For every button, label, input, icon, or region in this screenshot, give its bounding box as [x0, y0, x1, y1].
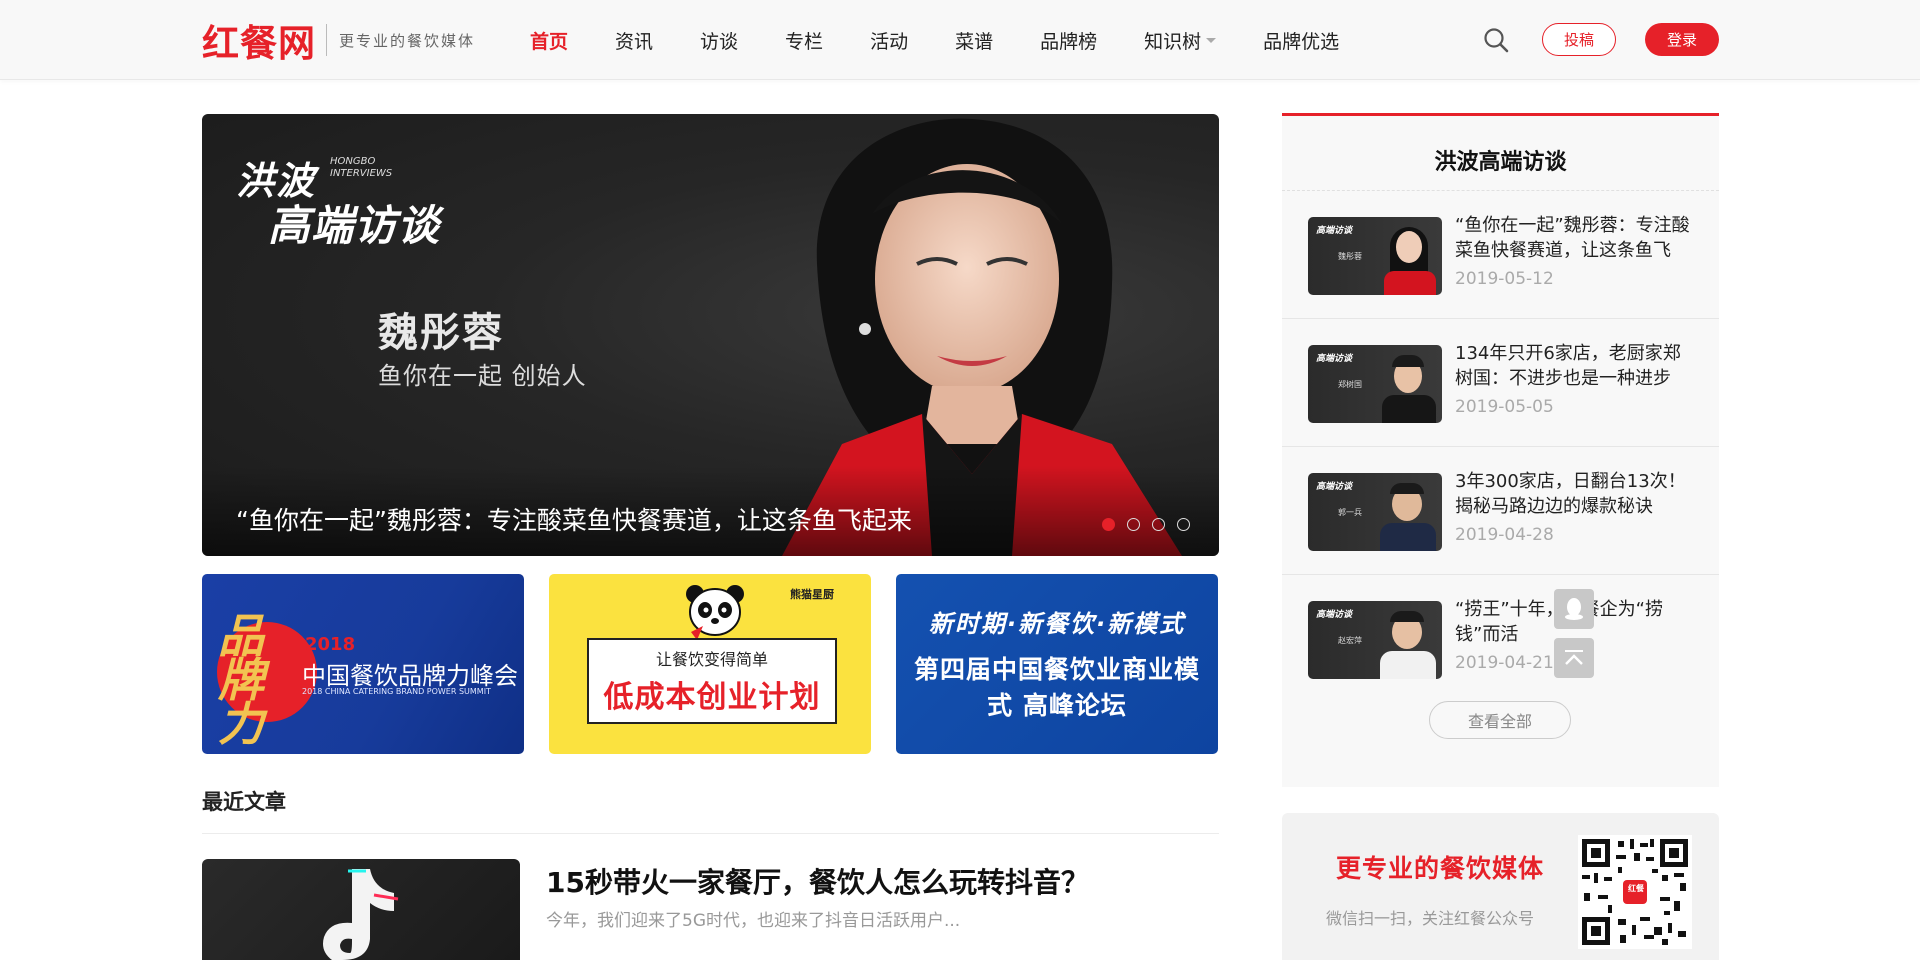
wechat-qr-card: 更专业的餐饮媒体 微信扫一扫，关注红餐公众号 红餐: [1282, 813, 1719, 960]
qr-slogan: 更专业的餐饮媒体: [1336, 854, 1545, 883]
banner-forum-title: 第四届中国餐饮业商业模式 高峰论坛: [913, 655, 1200, 720]
nav-news[interactable]: 资讯: [615, 27, 653, 54]
sidebar-item-title: “鱼你在一起”魏彤蓉：专注酸菜鱼快餐赛道，让这条鱼飞: [1455, 215, 1690, 261]
carousel-dot-4[interactable]: [1177, 518, 1190, 531]
nav-brand-rank[interactable]: 品牌榜: [1040, 27, 1097, 54]
thumb-person-name: 郭一兵: [1338, 508, 1362, 517]
sidebar-item[interactable]: 高端访谈 魏彤蓉 “鱼你在一起”魏彤蓉：专注酸菜鱼快餐赛道，让这条鱼飞 2019…: [1282, 191, 1719, 319]
logo-text: 红餐网: [202, 22, 316, 65]
site-logo[interactable]: 红餐网 更专业的餐饮媒体: [202, 18, 476, 65]
back-to-top-button[interactable]: [1554, 638, 1594, 678]
arrow-up-icon: [1565, 650, 1583, 665]
interview-sidebar: 洪波高端访谈 高端访谈 魏彤蓉 “鱼你在一起”魏彤蓉：专注酸菜鱼快餐赛道，让这条…: [1282, 113, 1719, 787]
main-nav: 首页 资讯 访谈 专栏 活动 菜谱 品牌榜 知识树 品牌优选: [530, 0, 1386, 80]
thumb-brand: 高端访谈: [1316, 226, 1353, 236]
sidebar-thumbnail: 高端访谈 魏彤蓉: [1308, 217, 1442, 295]
view-all-button[interactable]: 查看全部: [1429, 701, 1571, 739]
nav-recipes[interactable]: 菜谱: [955, 27, 993, 54]
logo-divider: [326, 24, 327, 56]
sidebar-item[interactable]: 高端访谈 郭一兵 3年300家店，日翻台13次！揭秘马路边边的爆款秘诀 2019…: [1282, 447, 1719, 575]
login-button[interactable]: 登录: [1645, 23, 1719, 56]
submit-button[interactable]: 投稿: [1542, 23, 1616, 56]
nav-knowledge-tree[interactable]: 知识树: [1144, 27, 1217, 54]
recent-articles-heading: 最近文章: [202, 790, 286, 814]
sidebar-item-date: 2019-04-28: [1455, 525, 1554, 545]
site-header: 红餐网 更专业的餐饮媒体 首页 资讯 访谈 专栏 活动 菜谱 品牌榜 知识树 品…: [0, 0, 1920, 80]
qq-contact-button[interactable]: [1554, 589, 1594, 629]
search-icon[interactable]: [1482, 26, 1510, 54]
section-divider: [202, 833, 1219, 834]
sidebar-item[interactable]: 高端访谈 郑树国 134年只开6家店，老厨家郑树国：不进步也是一种进步 2019…: [1282, 319, 1719, 447]
nav-events[interactable]: 活动: [870, 27, 908, 54]
sidebar-item-title: 3年300家店，日翻台13次！揭秘马路边边的爆款秘诀: [1455, 471, 1686, 517]
hero-carousel[interactable]: 洪波 HONGBO INTERVIEWS 高端访谈 魏彤蓉 鱼你在一起 创始人 …: [202, 114, 1219, 556]
banner-summit-subtitle: 2018 CHINA CATERING BRAND POWER SUMMIT: [302, 687, 491, 696]
tiktok-logo-icon: [323, 869, 399, 960]
thumb-brand: 高端访谈: [1316, 482, 1353, 492]
banner-summit-title: 中国餐饮品牌力峰会: [302, 662, 518, 690]
logo-slogan: 更专业的餐饮媒体: [339, 31, 476, 50]
thumb-person-name: 魏彤蓉: [1338, 252, 1362, 261]
banner-line-1: 让餐饮变得简单: [655, 650, 768, 669]
qr-hint: 微信扫一扫，关注红餐公众号: [1326, 909, 1535, 928]
banner-partner-tag: 熊猫星厨: [790, 588, 834, 601]
article-excerpt: 今年，我们迎来了5G时代，也迎来了抖音日活跃用户...: [546, 911, 961, 931]
sidebar-item-title: 134年只开6家店，老厨家郑树国：不进步也是一种进步: [1455, 343, 1681, 389]
nav-interviews[interactable]: 访谈: [700, 27, 738, 54]
hero-brand-title-2: 高端访谈: [268, 201, 441, 250]
banner-business-forum[interactable]: 新时期·新餐饮·新模式 第四届中国餐饮业商业模式 高峰论坛: [896, 574, 1218, 754]
banner-line-2: 低成本创业计划: [603, 680, 821, 715]
thumb-person-name: 赵宏萍: [1338, 636, 1362, 645]
nav-knowledge-tree-label: 知识树: [1144, 30, 1202, 53]
sidebar-thumbnail: 高端访谈 郑树国: [1308, 345, 1442, 423]
banner-brand-power-glyphs: 品牌力: [218, 609, 264, 751]
banner-year: 2018: [305, 634, 356, 655]
qr-badge: 红餐: [1628, 884, 1644, 893]
carousel-dot-3[interactable]: [1152, 518, 1165, 531]
sidebar-title: 洪波高端访谈: [1434, 150, 1567, 175]
thumb-brand: 高端访谈: [1316, 610, 1353, 620]
thumb-person-name: 郑树国: [1338, 380, 1362, 389]
qq-icon: [1565, 598, 1583, 620]
sidebar-item-date: 2019-05-12: [1455, 269, 1554, 289]
carousel-dots: [1102, 518, 1202, 531]
carousel-dot-2[interactable]: [1127, 518, 1140, 531]
sidebar-thumbnail: 高端访谈 赵宏萍: [1308, 601, 1442, 679]
article-thumbnail[interactable]: [202, 859, 520, 960]
sidebar-item-date: 2019-05-05: [1455, 397, 1554, 417]
banner-forum-tagline: 新时期·新餐饮·新模式: [928, 610, 1186, 638]
nav-brand-select[interactable]: 品牌优选: [1263, 27, 1339, 54]
hero-person-name: 魏彤蓉: [378, 310, 504, 356]
hero-person-role: 鱼你在一起 创始人: [378, 362, 587, 390]
carousel-dot-1[interactable]: [1102, 518, 1115, 531]
nav-columns[interactable]: 专栏: [785, 27, 823, 54]
thumb-brand: 高端访谈: [1316, 354, 1353, 364]
sidebar-thumbnail: 高端访谈 郭一兵: [1308, 473, 1442, 551]
sidebar-item[interactable]: 高端访谈 赵宏萍 “捞王”十年，愿餐企为“捞钱”而活 2019-04-21: [1282, 575, 1719, 703]
banner-message-box: 让餐饮变得简单 低成本创业计划: [587, 638, 837, 724]
panda-icon: [686, 585, 744, 640]
banner-brand-summit[interactable]: 品牌力 2018 中国餐饮品牌力峰会 2018 CHINA CATERING B…: [202, 574, 524, 754]
article-title[interactable]: 15秒带火一家餐厅，餐饮人怎么玩转抖音？: [546, 861, 1089, 901]
nav-home[interactable]: 首页: [530, 27, 568, 54]
banner-startup-plan[interactable]: 熊猫星厨 让餐饮变得简单 低成本创业计划: [549, 574, 871, 754]
hero-brand-english: HONGBO INTERVIEWS: [330, 156, 393, 179]
chevron-down-icon: [1206, 37, 1217, 43]
sidebar-item-date: 2019-04-21: [1455, 653, 1554, 673]
hero-caption[interactable]: “鱼你在一起”魏彤蓉：专注酸菜鱼快餐赛道，让这条鱼飞起来: [236, 501, 912, 537]
